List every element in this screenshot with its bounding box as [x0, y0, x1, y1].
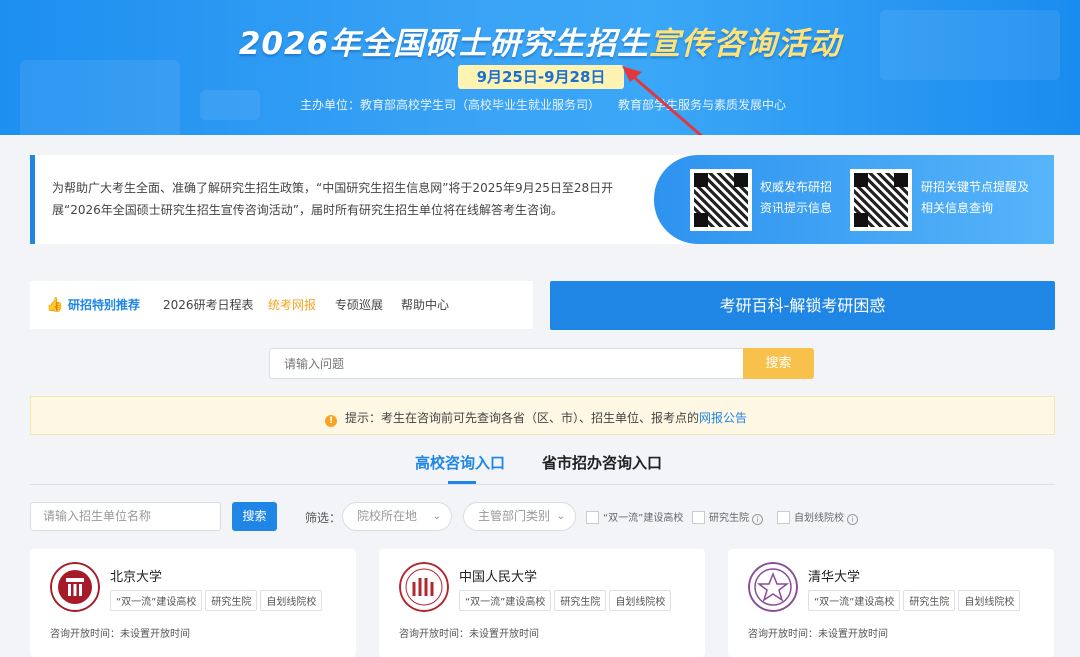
checkbox[interactable] — [586, 511, 599, 524]
nav-special-recommend[interactable]: 研招特别推荐 — [68, 296, 140, 313]
tag: 研究生院 — [205, 590, 258, 611]
banner-decoration — [20, 60, 180, 135]
qr-code-icon[interactable] — [850, 169, 912, 231]
banner-title-main: 2026年全国硕士研究生招生 — [238, 26, 650, 62]
tag: 研究生院 — [903, 590, 956, 611]
tab-university[interactable]: 高校咨询入口 — [415, 452, 505, 473]
tag: 自划线院校 — [958, 590, 1021, 611]
chevron-down-icon: ⌄ — [556, 511, 565, 522]
nav-item-help[interactable]: 帮助中心 — [401, 296, 449, 313]
qr-panel: 权威发布研招资讯提示信息 研招关键节点提醒及相关信息查询 — [654, 155, 1054, 244]
chevron-down-icon: ⌄ — [432, 511, 441, 522]
notice-link[interactable]: 网报公告 — [699, 411, 747, 425]
tag: 自划线院校 — [609, 590, 672, 611]
department-select[interactable]: 主管部门类别 ⌄ — [463, 502, 576, 531]
date-range-badge: 9月25日-9月28日 — [458, 65, 624, 89]
ruc-logo-icon — [399, 562, 449, 612]
consult-time: 咨询开放时间：未设置开放时间 — [748, 629, 888, 640]
banner-title: 2026年全国硕士研究生招生宣传咨询活动 — [0, 18, 1080, 63]
location-select-value: 院校所在地 — [357, 509, 418, 523]
tag-list: “双一流”建设高校 研究生院 自划线院校 — [808, 590, 1023, 611]
filter-graduate-school[interactable]: 研究生院 i — [692, 509, 763, 525]
tab-divider — [30, 484, 1055, 485]
filter-label: 筛选： — [305, 511, 342, 525]
university-card[interactable]: 北京大学 “双一流”建设高校 研究生院 自划线院校 咨询开放时间：未设置开放时间 — [30, 549, 356, 657]
quick-nav: 👍 研招特别推荐 2026研考日程表 统考网报 专硕巡展 帮助中心 — [30, 281, 533, 329]
intro-panel: 为帮助广大考生全面、准确了解研究生招生政策，“中国研究生招生信息网”将于2025… — [30, 155, 1054, 244]
check-2-label: 研究生院 — [709, 513, 749, 524]
check-3-label: 自划线院校 — [794, 513, 844, 524]
tag: 研究生院 — [554, 590, 607, 611]
thumbs-up-icon: 👍 — [46, 297, 64, 313]
filter-double-first-class[interactable]: “双一流”建设高校 — [586, 509, 683, 524]
organizer-1: 主办单位：教育部高校学生司（高校毕业生就业服务司） — [300, 98, 601, 112]
university-card[interactable]: 清华大学 “双一流”建设高校 研究生院 自划线院校 咨询开放时间：未设置开放时间 — [728, 549, 1054, 657]
qr2-label: 研招关键节点提醒及相关信息查询 — [921, 180, 1030, 215]
filter-self-line[interactable]: 自划线院校 i — [777, 509, 858, 525]
encyclopedia-button[interactable]: 考研百科-解锁考研困惑 — [550, 281, 1055, 330]
banner-decoration — [200, 90, 260, 120]
unit-search-input[interactable]: 请输入招生单位名称 — [30, 502, 221, 531]
checkbox[interactable] — [692, 511, 705, 524]
tag: 自划线院校 — [260, 590, 323, 611]
warning-icon: ! — [325, 415, 337, 427]
pku-logo-icon — [50, 562, 100, 612]
consult-time: 咨询开放时间：未设置开放时间 — [50, 629, 190, 640]
tag: “双一流”建设高校 — [808, 590, 901, 611]
university-name[interactable]: 清华大学 — [808, 566, 860, 585]
consult-time: 咨询开放时间：未设置开放时间 — [399, 629, 539, 640]
nav-item-exhibition[interactable]: 专硕巡展 — [335, 296, 383, 313]
organizers: 主办单位：教育部高校学生司（高校毕业生就业服务司） 教育部学生服务与素质发展中心 — [300, 96, 804, 113]
check-1-label: “双一流”建设高校 — [603, 513, 684, 524]
tab-province[interactable]: 省市招办咨询入口 — [542, 452, 662, 473]
department-select-value: 主管部门类别 — [478, 509, 551, 523]
intro-text: 为帮助广大考生全面、准确了解研究生招生政策，“中国研究生招生信息网”将于2025… — [52, 181, 614, 217]
qr-code-icon[interactable] — [690, 169, 752, 231]
intro-accent-bar — [30, 155, 35, 244]
annotation-arrow-icon — [622, 66, 703, 135]
banner: 2026年全国硕士研究生招生宣传咨询活动 9月25日-9月28日 主办单位：教育… — [0, 0, 1080, 135]
question-search-button[interactable]: 搜索 — [743, 348, 814, 379]
university-card[interactable]: 中国人民大学 “双一流”建设高校 研究生院 自划线院校 咨询开放时间：未设置开放时间 — [379, 549, 705, 657]
info-icon[interactable]: i — [847, 514, 858, 525]
question-search-input[interactable] — [269, 348, 745, 379]
tag: “双一流”建设高校 — [110, 590, 203, 611]
tag-list: “双一流”建设高校 研究生院 自划线院校 — [459, 590, 674, 611]
location-select[interactable]: 院校所在地 ⌄ — [342, 502, 452, 531]
nav-item-registration[interactable]: 统考网报 — [268, 296, 316, 313]
notice-bar: ! 提示：考生在咨询前可先查询各省（区、市）、招生单位、报考点的网报公告 — [30, 396, 1055, 435]
university-name[interactable]: 中国人民大学 — [459, 566, 537, 585]
tag: “双一流”建设高校 — [459, 590, 552, 611]
nav-item-schedule[interactable]: 2026研考日程表 — [163, 296, 254, 313]
tag-list: “双一流”建设高校 研究生院 自划线院校 — [110, 590, 325, 611]
unit-search-button[interactable]: 搜索 — [232, 502, 277, 531]
thu-logo-icon — [748, 562, 798, 612]
qr1-label: 权威发布研招资讯提示信息 — [760, 180, 833, 215]
banner-title-highlight: 宣传咨询活动 — [649, 26, 842, 62]
university-name[interactable]: 北京大学 — [110, 566, 162, 585]
notice-text: 提示：考生在咨询前可先查询各省（区、市）、招生单位、报考点的 — [345, 411, 700, 425]
checkbox[interactable] — [777, 511, 790, 524]
info-icon[interactable]: i — [752, 514, 763, 525]
